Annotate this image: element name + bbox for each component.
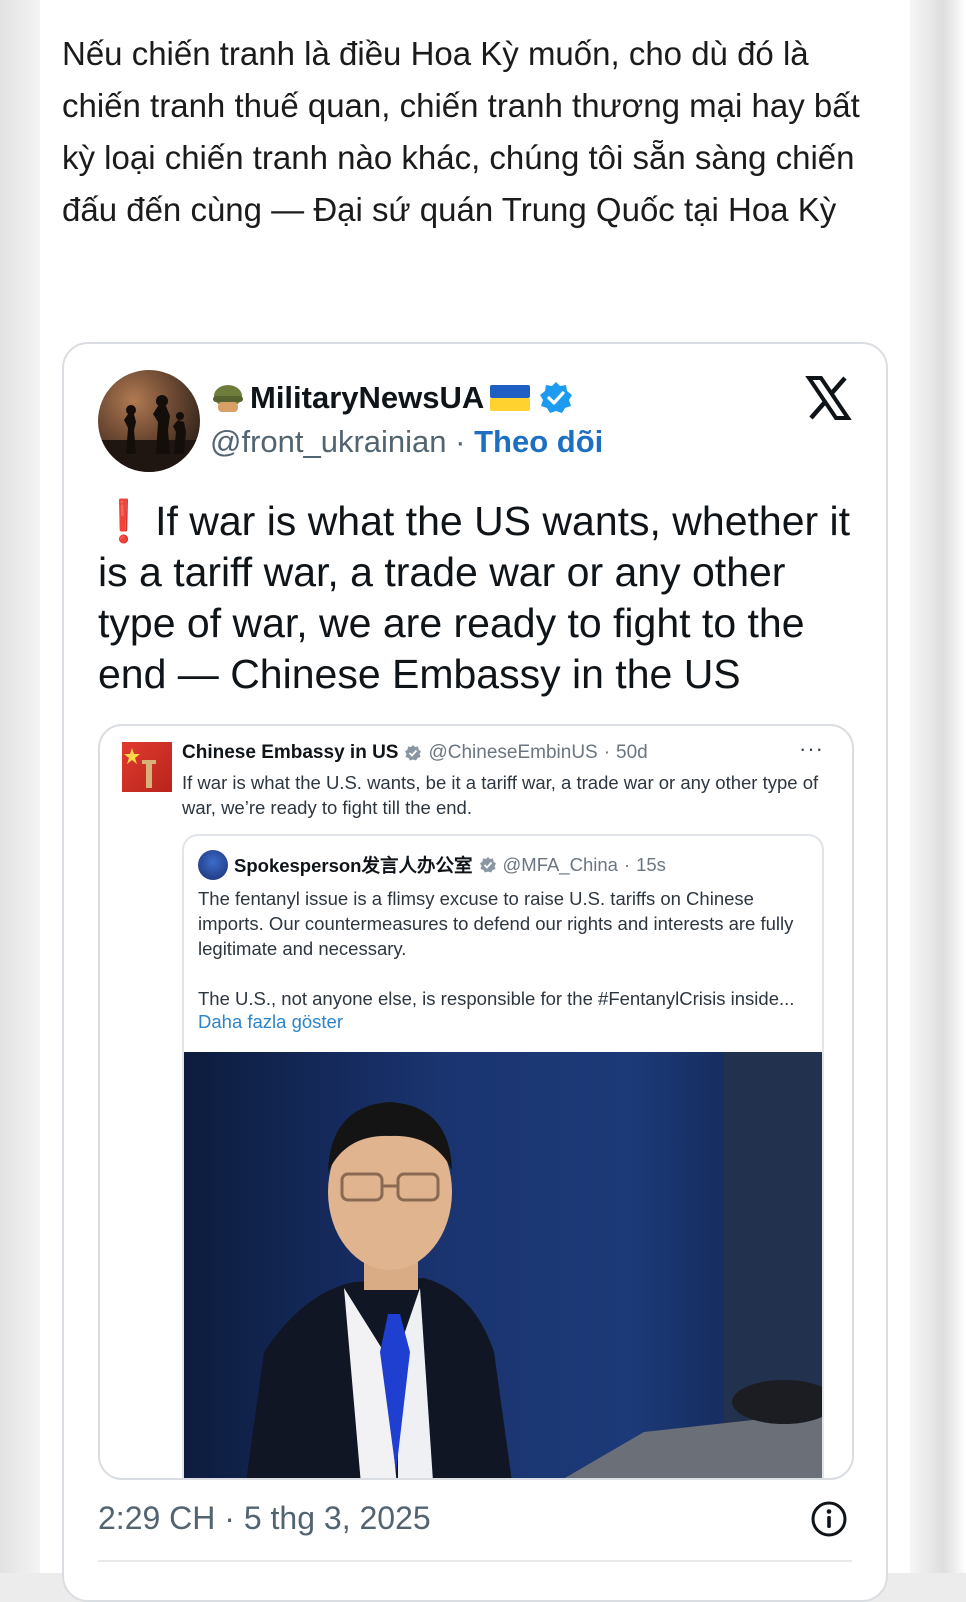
helmet-emoji-icon xyxy=(213,385,243,412)
page-sheet: Nếu chiến tranh là điều Hoa Kỳ muốn, cho… xyxy=(40,0,910,1602)
screenshot-card[interactable]: Chinese Embassy in US @ChineseEmbinUS · … xyxy=(98,724,854,1480)
dot-separator: · xyxy=(623,854,631,875)
verified-badge-icon xyxy=(540,382,573,413)
author-name: MilitaryNewsUA xyxy=(250,380,485,415)
tweet-body: If war is what the US wants, whether it … xyxy=(98,498,851,697)
mfa-handle: @MFA_China xyxy=(502,854,618,875)
mfa-text-1: The fentanyl issue is a flimsy excuse to… xyxy=(198,888,794,959)
mfa-name: Spokesperson发言人办公室 xyxy=(234,855,473,876)
dot-separator: · xyxy=(603,742,611,763)
verified-badge-icon xyxy=(405,745,422,761)
more-options-icon: ··· xyxy=(799,736,824,761)
author-name-row[interactable]: MilitaryNewsUA xyxy=(210,380,574,416)
tweet-text: ❗ If war is what the US wants, whether it… xyxy=(98,496,858,700)
quoted-tweet-card: Spokesperson发言人办公室 @MFA_China · 15s The … xyxy=(182,834,824,1478)
chinese-embassy-handle: @ChineseEmbinUS xyxy=(428,742,598,763)
x-logo-icon[interactable] xyxy=(804,374,852,422)
exclamation-emoji-icon: ❗ xyxy=(98,498,150,544)
author-handle[interactable]: @front_ukrainian xyxy=(210,424,447,459)
verified-badge-icon xyxy=(479,857,496,873)
chinese-embassy-header: Chinese Embassy in US @ChineseEmbinUS · … xyxy=(182,742,648,764)
post-caption: Nếu chiến tranh là điều Hoa Kỳ muốn, cho… xyxy=(62,35,860,228)
chinese-embassy-avatar xyxy=(122,742,172,792)
mfa-age: 15s xyxy=(636,854,666,875)
show-more-link: Daha fazla göster xyxy=(198,1011,344,1032)
mfa-text-2: The U.S., not anyone else, is responsibl… xyxy=(198,988,795,1009)
spokesperson-photo xyxy=(184,1052,822,1478)
avatar[interactable] xyxy=(98,370,200,472)
mfa-header: Spokesperson发言人办公室 @MFA_China · 15s xyxy=(234,852,666,878)
chinese-embassy-name: Chinese Embassy in US xyxy=(182,742,399,763)
page-edge-right xyxy=(910,0,966,1573)
follow-link[interactable]: Theo dõi xyxy=(474,424,603,459)
divider xyxy=(98,1560,852,1562)
separator: · xyxy=(446,424,475,459)
author-handle-row: @front_ukrainian · Theo dõi xyxy=(210,424,603,460)
chinese-embassy-text: If war is what the U.S. wants, be it a t… xyxy=(182,772,819,818)
embedded-tweet-card[interactable]: MilitaryNewsUA @front_ukrainian · Theo d… xyxy=(62,342,888,1602)
info-icon[interactable] xyxy=(810,1500,848,1538)
page-edge-left xyxy=(0,0,40,1573)
tweet-timestamp[interactable]: 2:29 CH · 5 thg 3, 2025 xyxy=(98,1500,431,1537)
chinese-embassy-age: 50d xyxy=(616,742,648,763)
mfa-avatar xyxy=(198,850,228,880)
ukraine-flag-icon xyxy=(490,385,531,411)
